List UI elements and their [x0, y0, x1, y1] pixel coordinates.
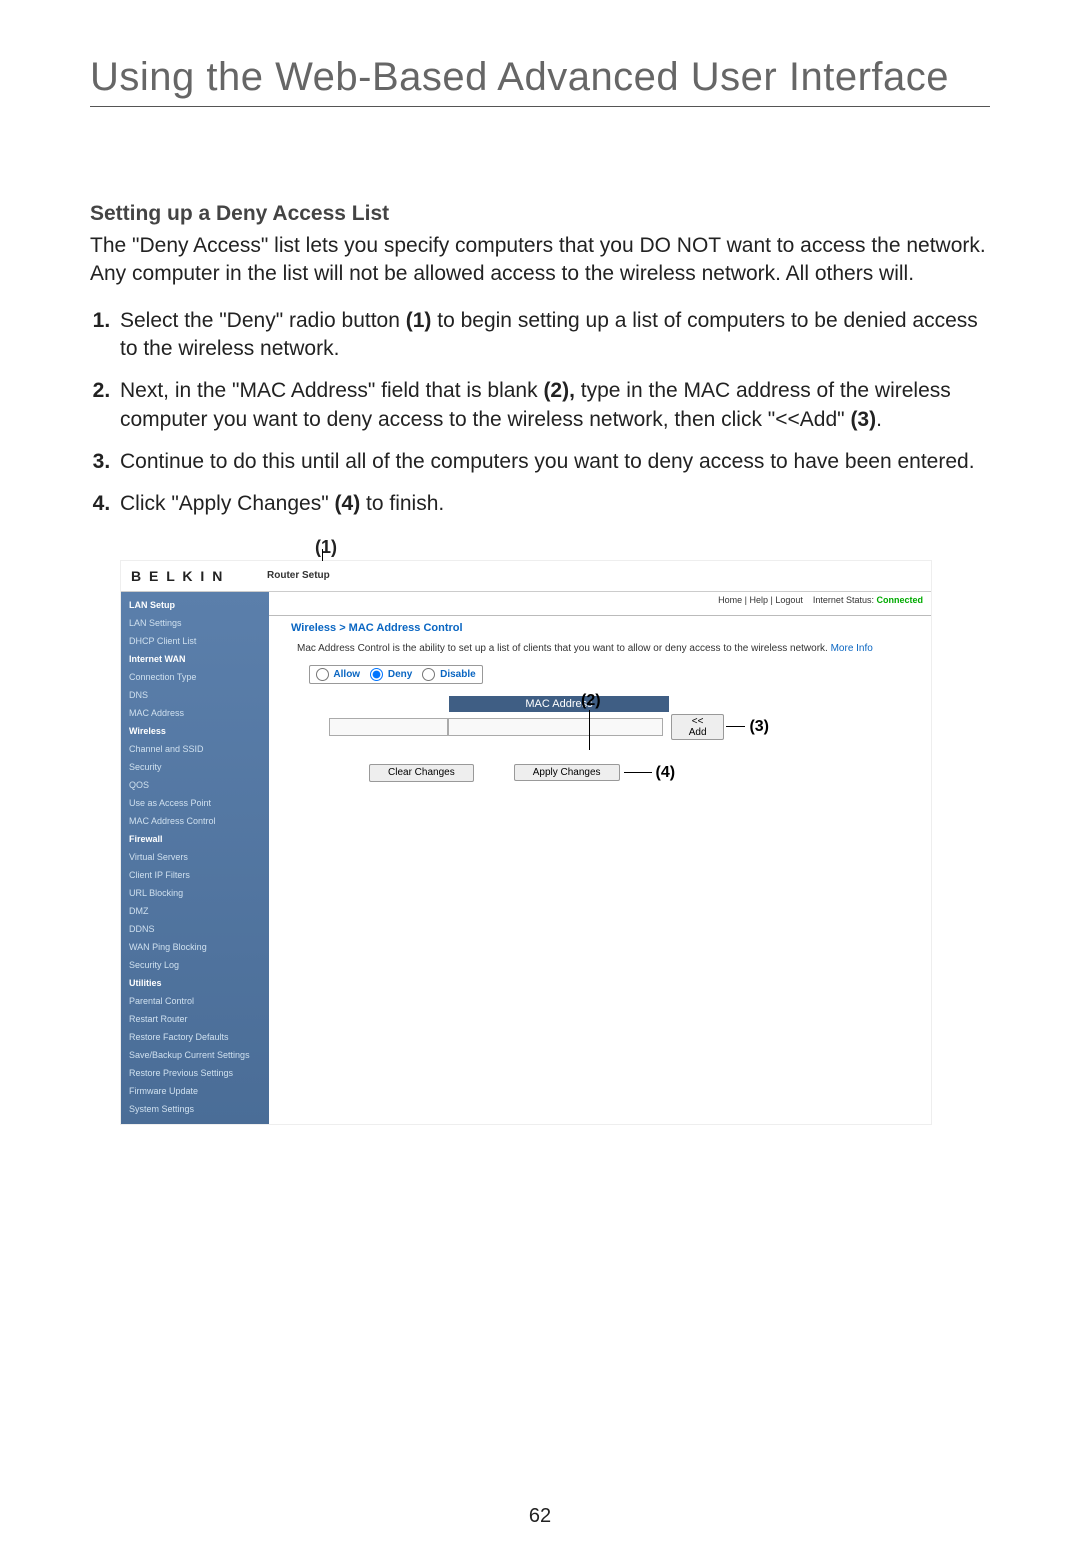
deny-radio[interactable]: Deny [370, 668, 412, 681]
sidebar-item-11[interactable]: Use as Access Point [121, 794, 269, 812]
disable-label: Disable [440, 669, 476, 680]
title-rule [90, 106, 990, 107]
router-screenshot: B E L K I N Router Setup LAN SetupLAN Se… [120, 560, 932, 1125]
callout-2: (2) [581, 692, 601, 710]
sidebar-item-0: LAN Setup [121, 596, 269, 614]
deny-label: Deny [388, 669, 412, 680]
sidebar-item-16[interactable]: URL Blocking [121, 884, 269, 902]
sidebar-item-13: Firewall [121, 830, 269, 848]
page-title: Using the Web-Based Advanced User Interf… [90, 55, 990, 100]
mac-input-cell[interactable] [448, 718, 664, 736]
sidebar-item-20[interactable]: Security Log [121, 956, 269, 974]
breadcrumb: Wireless > MAC Address Control [269, 616, 931, 642]
router-sidebar: LAN SetupLAN SettingsDHCP Client ListInt… [121, 592, 269, 1124]
sidebar-item-15[interactable]: Client IP Filters [121, 866, 269, 884]
step-2-ref-1: (2), [543, 379, 575, 402]
sidebar-item-19[interactable]: WAN Ping Blocking [121, 938, 269, 956]
mac-desc-text: Mac Address Control is the ability to se… [297, 643, 828, 654]
topnav-status-value: Connected [876, 595, 923, 605]
mac-list-cell[interactable] [329, 718, 448, 736]
step-1-text-a: Select the "Deny" radio button [120, 309, 406, 332]
callout-3: (3) [749, 718, 769, 736]
sidebar-item-14[interactable]: Virtual Servers [121, 848, 269, 866]
apply-changes-button[interactable]: Apply Changes [514, 764, 620, 781]
callout-4-line [624, 772, 652, 773]
mac-desc: Mac Address Control is the ability to se… [269, 642, 931, 661]
sidebar-item-12[interactable]: MAC Address Control [121, 812, 269, 830]
sidebar-item-9[interactable]: Security [121, 758, 269, 776]
sidebar-item-27[interactable]: Firmware Update [121, 1082, 269, 1100]
step-4: Click "Apply Changes" (4) to finish. [116, 490, 990, 518]
sidebar-item-23[interactable]: Restart Router [121, 1010, 269, 1028]
section-heading: Setting up a Deny Access List [90, 202, 990, 226]
sidebar-item-3: Internet WAN [121, 650, 269, 668]
sidebar-item-28[interactable]: System Settings [121, 1100, 269, 1118]
router-content: Home | Help | Logout Internet Status: Co… [269, 592, 931, 1124]
step-4-ref: (4) [335, 492, 361, 515]
allow-label: Allow [333, 669, 360, 680]
sidebar-item-26[interactable]: Restore Previous Settings [121, 1064, 269, 1082]
sidebar-item-2[interactable]: DHCP Client List [121, 632, 269, 650]
sidebar-item-7: Wireless [121, 722, 269, 740]
sidebar-item-17[interactable]: DMZ [121, 902, 269, 920]
intro-paragraph: The "Deny Access" list lets you specify … [90, 232, 990, 289]
clear-changes-button[interactable]: Clear Changes [369, 764, 474, 782]
sidebar-item-1[interactable]: LAN Settings [121, 614, 269, 632]
router-header: B E L K I N Router Setup [121, 561, 931, 592]
step-4-text-c: to finish. [360, 492, 444, 515]
callout-2-line [589, 710, 590, 750]
step-3: Continue to do this until all of the com… [116, 448, 990, 476]
sidebar-item-22[interactable]: Parental Control [121, 992, 269, 1010]
step-2-text-a: Next, in the "MAC Address" field that is… [120, 379, 543, 402]
callout-3-line [726, 726, 745, 727]
sidebar-item-18[interactable]: DDNS [121, 920, 269, 938]
step-4-text-a: Click "Apply Changes" [120, 492, 335, 515]
steps-list: Select the "Deny" radio button (1) to be… [90, 307, 990, 519]
allow-radio[interactable]: Allow [316, 668, 360, 681]
more-info-link[interactable]: More Info [831, 643, 873, 654]
mac-table: MAC Address << Add (3) [329, 696, 769, 740]
callout-4: (4) [656, 764, 676, 782]
button-row: Clear Changes Apply Changes (4) [369, 764, 931, 782]
sidebar-item-6[interactable]: MAC Address [121, 704, 269, 722]
sidebar-item-21: Utilities [121, 974, 269, 992]
topnav-links[interactable]: Home | Help | Logout [718, 595, 803, 605]
radio-row: Allow Deny Disable [309, 665, 483, 684]
sidebar-item-25[interactable]: Save/Backup Current Settings [121, 1046, 269, 1064]
add-button[interactable]: << Add [671, 714, 724, 740]
sidebar-item-5[interactable]: DNS [121, 686, 269, 704]
disable-radio[interactable]: Disable [422, 668, 475, 681]
sidebar-item-24[interactable]: Restore Factory Defaults [121, 1028, 269, 1046]
topnav-status-label: Internet Status: [813, 595, 874, 605]
router-topnav: Home | Help | Logout Internet Status: Co… [269, 592, 931, 616]
page-number: 62 [90, 1505, 990, 1528]
sidebar-item-8[interactable]: Channel and SSID [121, 740, 269, 758]
callout-1: (1) [315, 537, 990, 558]
step-2: Next, in the "MAC Address" field that is… [116, 377, 990, 434]
router-setup-label: Router Setup [267, 570, 330, 581]
belkin-logo: B E L K I N [131, 568, 259, 584]
sidebar-item-4[interactable]: Connection Type [121, 668, 269, 686]
step-1: Select the "Deny" radio button (1) to be… [116, 307, 990, 364]
step-2-ref-2: (3) [850, 408, 876, 431]
sidebar-item-10[interactable]: QOS [121, 776, 269, 794]
step-2-text-e: . [876, 408, 882, 431]
mac-header: MAC Address [449, 696, 669, 712]
step-1-ref: (1) [406, 309, 432, 332]
mac-row: << Add (3) [329, 714, 769, 740]
